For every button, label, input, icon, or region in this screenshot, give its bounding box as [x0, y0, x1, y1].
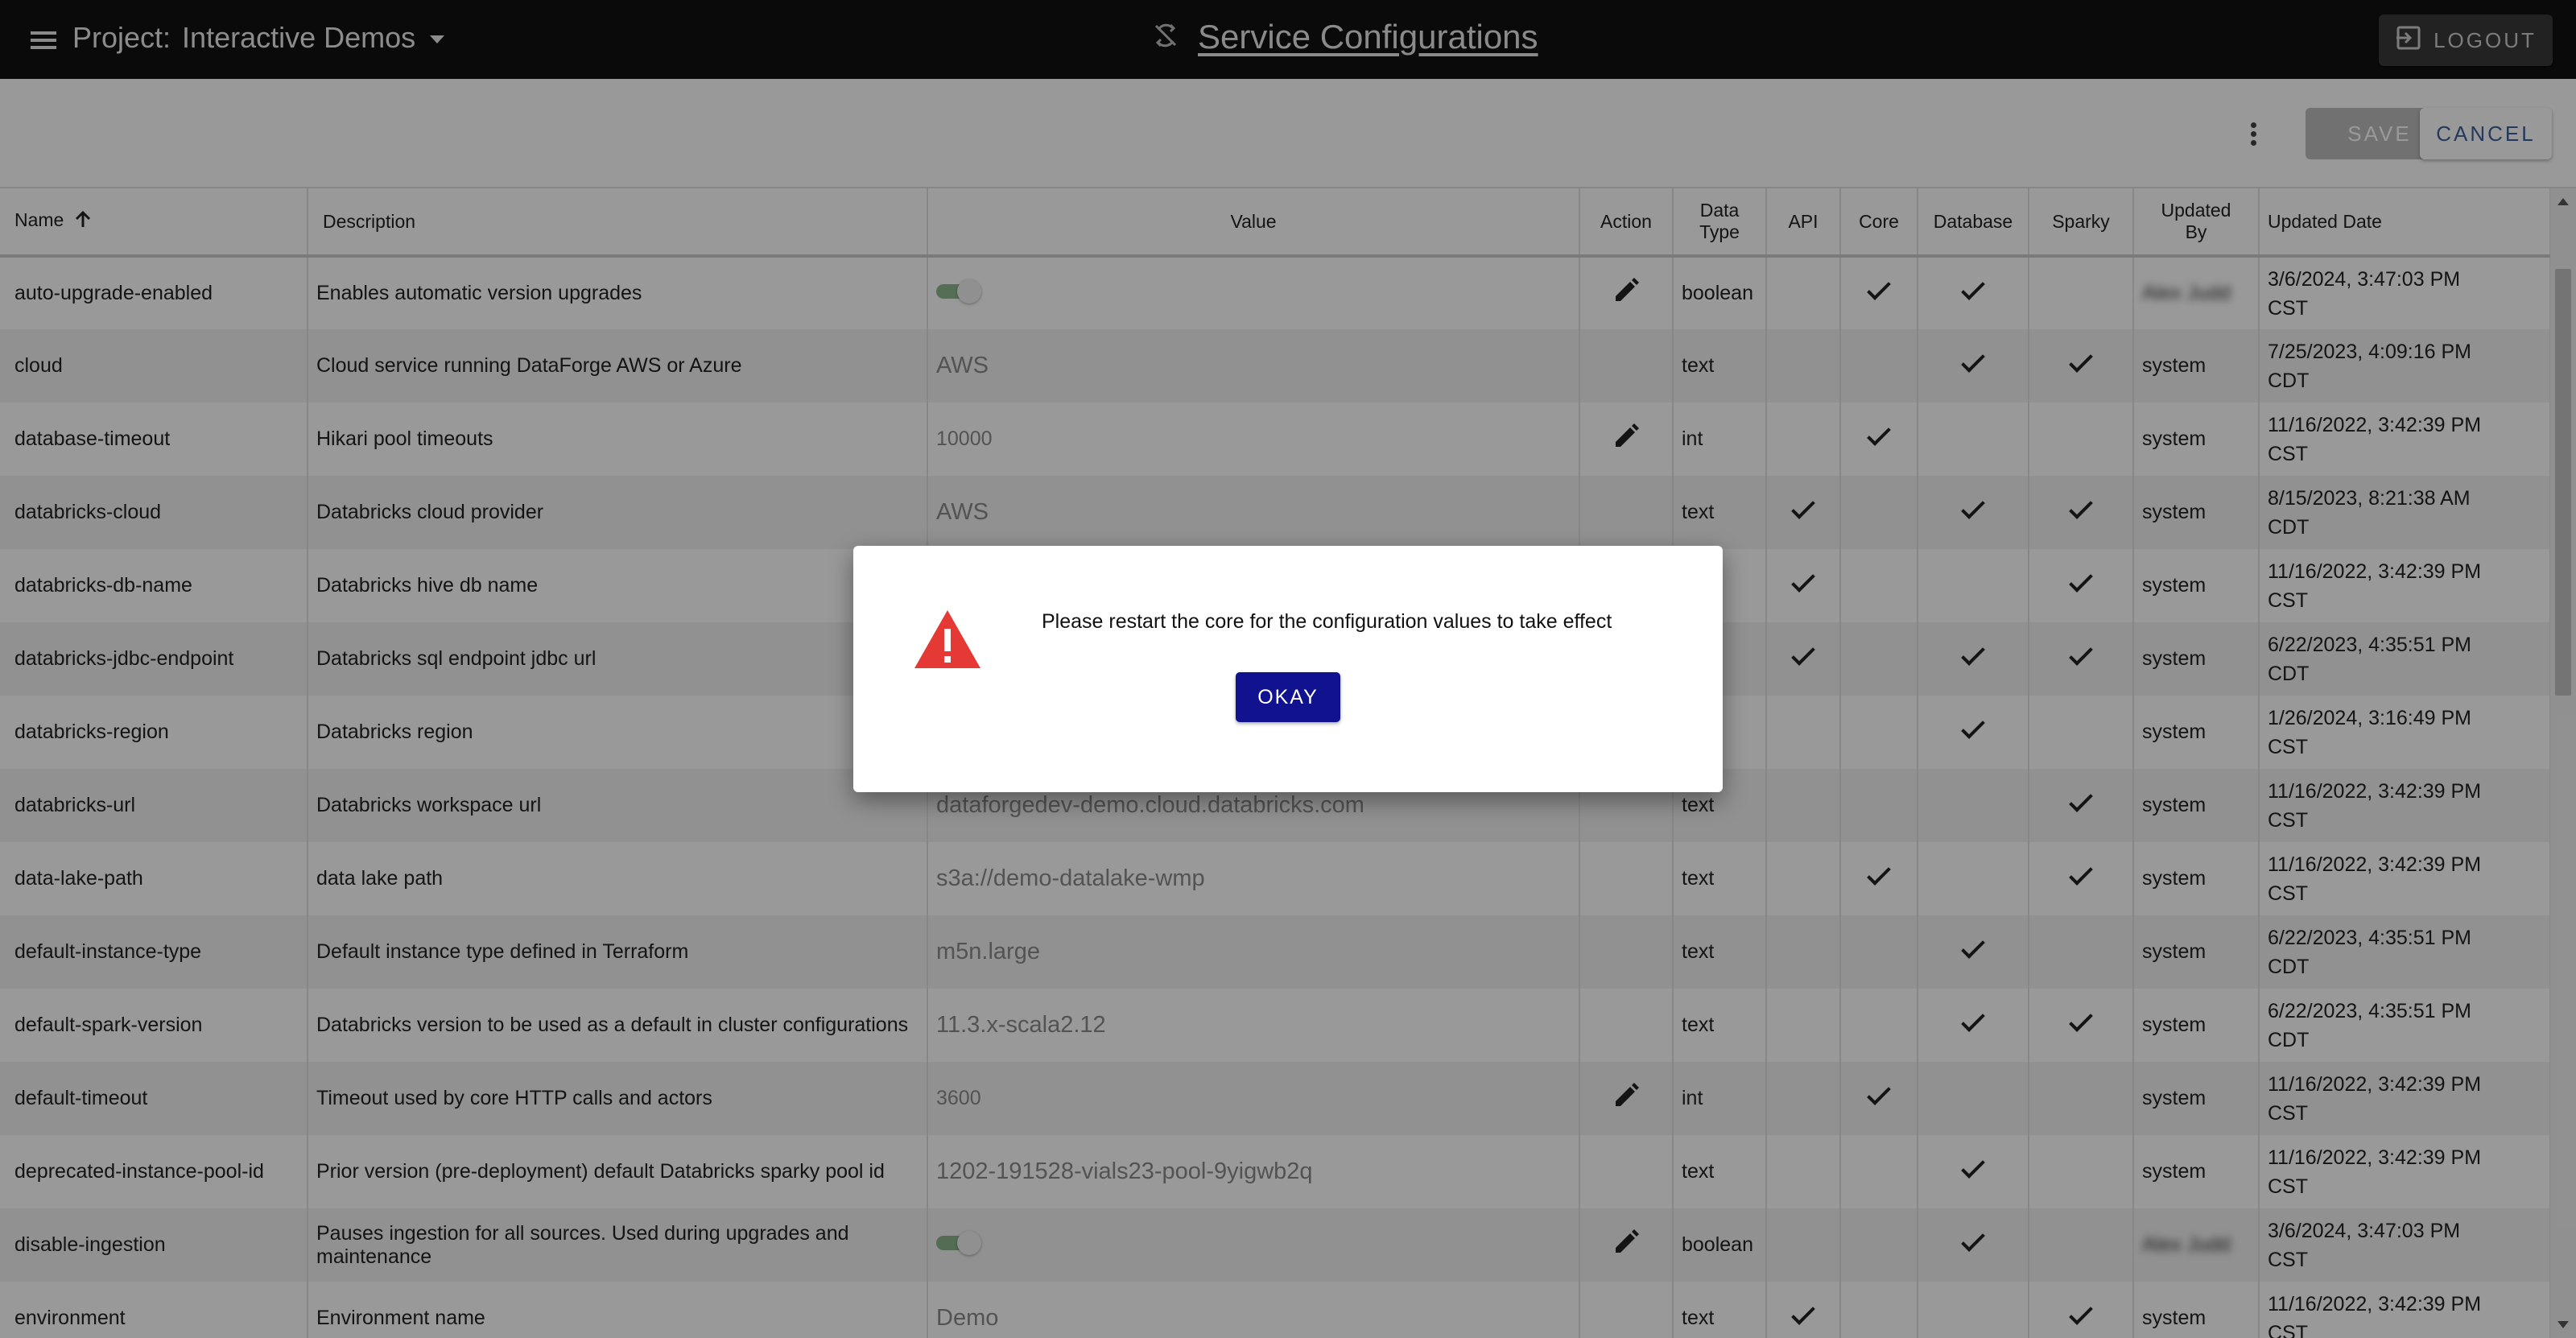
restart-dialog: Please restart the core for the configur…: [853, 546, 1723, 792]
warning-icon: [913, 609, 982, 670]
okay-button[interactable]: OKAY: [1236, 672, 1340, 722]
dialog-message: Please restart the core for the configur…: [1042, 610, 1612, 633]
